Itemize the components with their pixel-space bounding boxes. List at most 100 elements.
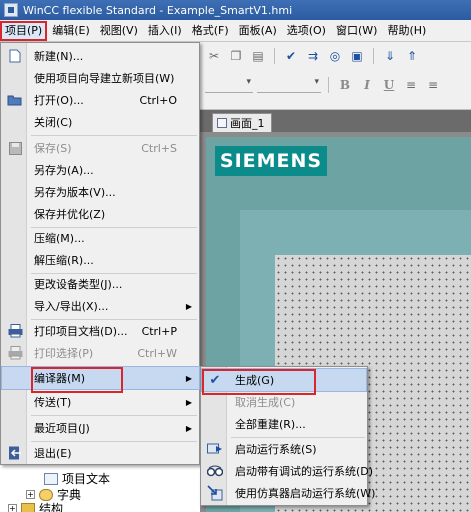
menu-shortcut: Ctrl+S [141, 141, 177, 155]
submenu-item-label: 全部重建(R)... [235, 418, 306, 431]
menu-item-decompress[interactable]: 解压缩(R)... [2, 249, 199, 271]
tree-item-structure[interactable]: + 结构 [8, 500, 63, 512]
open-folder-icon [7, 92, 23, 108]
menu-panel[interactable]: 面板(A) [234, 21, 282, 41]
menu-item-project-wizard[interactable]: 使用项目向导建立新项目(W) [2, 67, 199, 89]
menu-view[interactable]: 视图(V) [95, 21, 143, 41]
toolbar-divider [328, 77, 329, 93]
project-menu: 新建(N)... 使用项目向导建立新项目(W) 打开(O)... Ctrl+O … [0, 42, 200, 465]
menu-help[interactable]: 帮助(H) [382, 21, 431, 41]
submenu-arrow-icon: ▶ [185, 373, 192, 383]
menu-project[interactable]: 项目(P) [0, 20, 48, 41]
folder-icon [21, 502, 35, 512]
submenu-arrow-icon: ▶ [185, 301, 192, 311]
submenu-item-label: 启动运行系统(S) [235, 443, 317, 456]
menu-item-print-docs[interactable]: 打印项目文档(D)... Ctrl+P [2, 320, 199, 342]
menu-separator [31, 415, 197, 416]
menu-item-save[interactable]: 保存(S) Ctrl+S [2, 137, 199, 159]
menu-edit[interactable]: 编辑(E) [47, 21, 95, 41]
menu-item-label: 压缩(M)... [34, 232, 85, 245]
menu-item-label: 打印选择(P) [34, 347, 94, 360]
menu-item-save-as-version[interactable]: 另存为版本(V)... [2, 181, 199, 203]
underline-icon[interactable]: U [380, 76, 398, 94]
align-center-icon[interactable]: ≡ [424, 76, 442, 94]
tree-item-label: 结构 [39, 502, 64, 512]
menu-shortcut: Ctrl+O [139, 93, 177, 107]
compiler-submenu: ✔ 生成(G) 取消生成(C) 全部重建(R)... 启动运行系统(S) 启动带… [200, 366, 375, 506]
menu-item-transfer[interactable]: 传送(T) ▶ [2, 391, 199, 413]
simulator-icon[interactable]: ▣ [348, 47, 366, 65]
menu-item-label: 使用项目向导建立新项目(W) [34, 72, 175, 85]
upload-arrow-icon[interactable]: ⇑ [403, 47, 421, 65]
menu-item-print-selection[interactable]: 打印选择(P) Ctrl+W [2, 342, 199, 364]
menu-shortcut: Ctrl+W [137, 346, 177, 360]
menu-item-label: 解压缩(R)... [34, 254, 94, 267]
expand-icon[interactable]: + [26, 490, 35, 499]
exit-door-icon [7, 445, 23, 461]
dictionary-icon [39, 488, 53, 501]
project-tree: 项目文本 + 字典 + 结构 [0, 462, 200, 512]
submenu-item-rebuild-all[interactable]: 全部重建(R)... [202, 413, 366, 435]
checkmark-icon: ✔ [209, 372, 221, 388]
tree-item-label: 项目文本 [62, 472, 111, 486]
menu-item-label: 保存并优化(Z) [34, 208, 106, 221]
bold-icon[interactable]: B [336, 76, 354, 94]
menu-item-label: 编译器(M) [34, 372, 86, 385]
submenu-item-cancel-generate[interactable]: 取消生成(C) [202, 391, 366, 413]
submenu-item-start-simulator[interactable]: 使用仿真器启动运行系统(W) [202, 482, 375, 504]
menu-item-new[interactable]: 新建(N)... [2, 45, 199, 67]
menu-item-label: 打开(O)... [34, 94, 84, 107]
debug-runtime-icon [206, 462, 224, 480]
tab-screen-1[interactable]: 画面_1 [212, 113, 272, 132]
menu-item-label: 传送(T) [34, 396, 72, 409]
printer-icon [7, 323, 23, 339]
menu-item-label: 退出(E) [34, 447, 72, 460]
toolbar-divider [274, 48, 275, 64]
menu-format[interactable]: 格式(F) [187, 21, 234, 41]
submenu-item-label: 生成(G) [235, 374, 275, 387]
menu-item-exit[interactable]: 退出(E) [2, 442, 199, 464]
menu-item-label: 更改设备类型(J)... [34, 278, 123, 291]
cut-icon[interactable]: ✂ [205, 47, 223, 65]
title-bar: WinCC flexible Standard - Example_SmartV… [0, 0, 471, 20]
submenu-item-label: 使用仿真器启动运行系统(W) [235, 487, 376, 500]
menu-item-save-optimize[interactable]: 保存并优化(Z) [2, 203, 199, 225]
menu-item-compiler[interactable]: 编译器(M) ▶ [1, 366, 200, 393]
simulator-runtime-icon [206, 484, 224, 502]
download-arrow-icon[interactable]: ⇓ [381, 47, 399, 65]
menu-shortcut: Ctrl+P [141, 324, 177, 338]
standard-toolbar: ✂ ❐ ▤ ✔ ⇉ ◎ ▣ ⇓ ⇑ [205, 47, 421, 65]
submenu-item-start-debug[interactable]: 启动带有调试的运行系统(D) [202, 460, 373, 482]
runtime-glasses-icon[interactable]: ◎ [326, 47, 344, 65]
tree-item-project-texts[interactable]: 项目文本 [44, 470, 110, 487]
align-left-icon[interactable]: ≡ [402, 76, 420, 94]
menu-item-label: 打印项目文档(D)... [34, 325, 128, 338]
transfer-icon[interactable]: ⇉ [304, 47, 322, 65]
menu-item-open[interactable]: 打开(O)... Ctrl+O [2, 89, 199, 111]
submenu-arrow-icon: ▶ [185, 397, 192, 407]
menu-item-label: 新建(N)... [34, 50, 84, 63]
menu-item-label: 导入/导出(X)... [34, 300, 109, 313]
menu-item-close[interactable]: 关闭(C) [2, 111, 199, 133]
compile-check-icon[interactable]: ✔ [282, 47, 300, 65]
submenu-item-start-runtime[interactable]: 启动运行系统(S) [202, 438, 366, 460]
printer-selection-icon [7, 345, 23, 361]
menu-insert[interactable]: 插入(I) [143, 21, 187, 41]
menu-item-save-as[interactable]: 另存为(A)... [2, 159, 199, 181]
menu-item-compress[interactable]: 压缩(M)... [2, 227, 199, 249]
size-dropdown[interactable] [257, 77, 321, 93]
paste-icon[interactable]: ▤ [249, 47, 267, 65]
italic-icon[interactable]: I [358, 76, 376, 94]
wincc-app-icon [4, 3, 18, 17]
submenu-item-label: 取消生成(C) [235, 396, 296, 409]
menu-item-change-device[interactable]: 更改设备类型(J)... [2, 273, 199, 295]
menu-window[interactable]: 窗口(W) [331, 21, 382, 41]
font-dropdown[interactable] [205, 77, 253, 93]
expand-icon[interactable]: + [8, 504, 17, 512]
copy-icon[interactable]: ❐ [227, 47, 245, 65]
menu-item-recent-projects[interactable]: 最近项目(J) ▶ [2, 417, 199, 439]
menu-separator [31, 135, 197, 136]
menu-item-import-export[interactable]: 导入/导出(X)... ▶ [2, 295, 199, 317]
menu-options[interactable]: 选项(O) [282, 21, 331, 41]
submenu-item-generate[interactable]: ✔ 生成(G) [201, 368, 367, 395]
